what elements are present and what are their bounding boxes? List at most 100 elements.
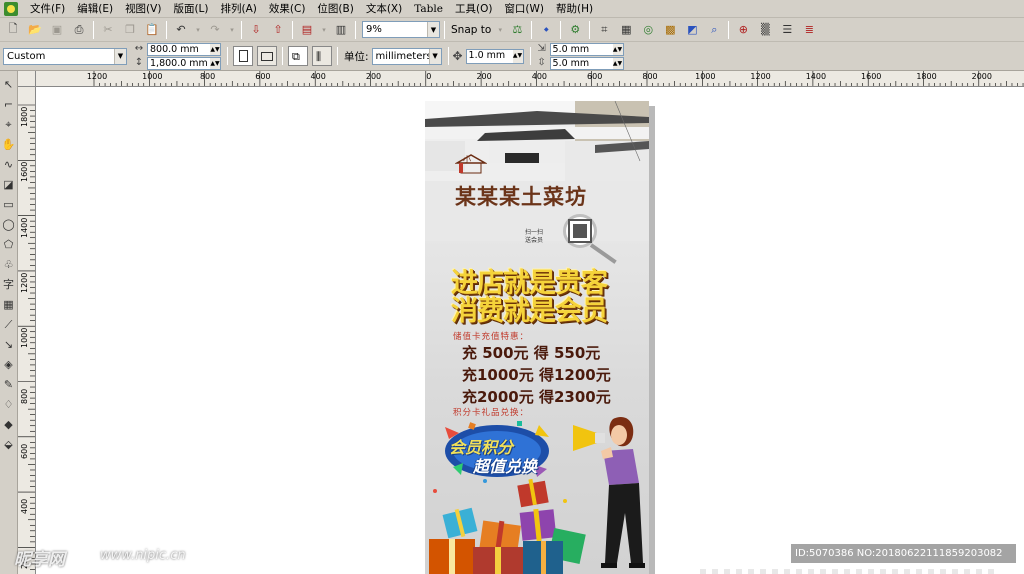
chevron-down-icon[interactable]: ▼: [427, 22, 439, 37]
shape-tool-icon[interactable]: ⌐: [2, 97, 16, 113]
page-height-field[interactable]: 1,800.0 mm ▲▼: [147, 56, 221, 70]
cut-icon[interactable]: ✂: [99, 21, 117, 39]
bitmap-icon[interactable]: ▩: [661, 21, 679, 39]
property-bar: Custom ▼ ↔ 800.0 mm ▲▼ ↕ 1,800.0 mm ▲▼ ⧉ ⫼…: [0, 42, 1024, 71]
height-icon: ↕: [134, 57, 144, 68]
snap-options-icon[interactable]: ⚖: [508, 21, 526, 39]
ruler-label: 800: [20, 388, 29, 404]
menu-effects[interactable]: 效果(C): [263, 0, 312, 18]
poster-page[interactable]: 小 某某某土菜坊 扫一扫 送会员 进店就是贵客 消费就是会员 储值卡充值特惠： …: [425, 101, 649, 574]
blend-tool-icon[interactable]: ◈: [2, 357, 16, 373]
spinner-icon[interactable]: ▲▼: [210, 43, 220, 55]
web-icon[interactable]: ◩: [683, 21, 701, 39]
snap-to-label[interactable]: Snap to: [451, 24, 491, 36]
page-width-field[interactable]: 800.0 mm ▲▼: [147, 42, 221, 56]
current-page-button[interactable]: ⫼: [312, 46, 332, 66]
menu-edit[interactable]: 编辑(E): [71, 0, 119, 18]
pick-tool-icon[interactable]: ↖: [2, 77, 16, 93]
paper-preset-select[interactable]: Custom ▼: [3, 47, 127, 65]
toolbar-divider: [529, 47, 531, 65]
rectangle-tool-icon[interactable]: ▭: [2, 197, 16, 213]
undo-dropdown-icon[interactable]: ▾: [194, 21, 202, 39]
new-icon[interactable]: 🗋: [4, 21, 22, 39]
nudge-distance-field[interactable]: 1.0 mm ▲▼: [465, 48, 524, 64]
fill-tool-icon[interactable]: ◆: [2, 417, 16, 433]
ellipse-tool-icon[interactable]: ◯: [2, 217, 16, 233]
dimension-tool-icon[interactable]: ⟋: [2, 317, 16, 333]
save-icon[interactable]: ▣: [48, 21, 66, 39]
duplicate-x-field[interactable]: 5.0 mm ▲▼: [549, 42, 624, 56]
spinner-icon[interactable]: ▲▼: [612, 43, 623, 55]
toolbar-divider: [531, 20, 533, 39]
spinner-icon[interactable]: ▲▼: [512, 49, 523, 63]
outline-tool-icon[interactable]: ♢: [2, 397, 16, 413]
properties-icon[interactable]: ≣: [800, 21, 818, 39]
spinner-icon[interactable]: ▲▼: [612, 57, 623, 69]
paper-preset-value: Custom: [7, 50, 46, 62]
basic-shapes-tool-icon[interactable]: ♧: [2, 257, 16, 273]
pan-tool-icon[interactable]: ✋: [2, 137, 16, 153]
application-launcher-icon[interactable]: ▤: [298, 21, 316, 39]
grid-icon[interactable]: ▦: [617, 21, 635, 39]
ruler-label: 800: [199, 72, 216, 81]
toolbar-divider: [589, 20, 591, 39]
text-tool-icon[interactable]: 字: [2, 277, 16, 293]
undo-icon[interactable]: ↶: [172, 21, 190, 39]
page-height-value: 1,800.0 mm: [150, 57, 208, 69]
spinner-icon[interactable]: ▲▼: [210, 57, 220, 69]
app-icon[interactable]: [4, 1, 18, 16]
shape-icon[interactable]: ◎: [639, 21, 657, 39]
polygon-tool-icon[interactable]: ⬠: [2, 237, 16, 253]
crop-tool-icon[interactable]: ⌖: [2, 117, 16, 133]
align-icon[interactable]: ☰: [778, 21, 796, 39]
ruler-origin[interactable]: [18, 71, 36, 87]
menu-window[interactable]: 窗口(W): [498, 0, 550, 18]
menu-help[interactable]: 帮助(H): [550, 0, 599, 18]
redo-dropdown-icon[interactable]: ▾: [228, 21, 236, 39]
launcher-dropdown-icon[interactable]: ▾: [320, 21, 328, 39]
snap-dropdown-icon[interactable]: ▾: [496, 21, 504, 39]
chevron-down-icon[interactable]: ▼: [114, 48, 126, 64]
redo-icon[interactable]: ↷: [206, 21, 224, 39]
open-icon[interactable]: 📂: [26, 21, 44, 39]
zoom-icon[interactable]: ⌕: [705, 21, 723, 39]
zoom-level-select[interactable]: 9% ▼: [362, 21, 440, 38]
table-tool-icon[interactable]: ▦: [2, 297, 16, 313]
copy-icon[interactable]: ❐: [121, 21, 139, 39]
freehand-tool-icon[interactable]: ∿: [2, 157, 16, 173]
vertical-ruler[interactable]: 1800 1600 1400 1200 1000 800 600 400 200: [18, 87, 36, 574]
menu-arrange[interactable]: 排列(A): [215, 0, 263, 18]
units-select[interactable]: millimeters ▼: [371, 47, 442, 65]
menu-tools[interactable]: 工具(O): [449, 0, 498, 18]
menu-view[interactable]: 视图(V): [119, 0, 167, 18]
connector-tool-icon[interactable]: ↘: [2, 337, 16, 353]
paste-icon[interactable]: 📋: [143, 21, 161, 39]
print-icon[interactable]: ⎙: [70, 21, 88, 39]
export-icon[interactable]: ⇧: [269, 21, 287, 39]
duplicate-x-icon: ⇲: [537, 43, 546, 54]
menu-file[interactable]: 文件(F): [24, 0, 71, 18]
ruler-label: 600: [255, 72, 271, 81]
welcome-screen-icon[interactable]: ▥: [332, 21, 350, 39]
eyedropper-tool-icon[interactable]: ✎: [2, 377, 16, 393]
menu-table[interactable]: Table: [408, 0, 449, 18]
layers-icon[interactable]: ▒: [756, 21, 774, 39]
duplicate-y-field[interactable]: 5.0 mm ▲▼: [549, 56, 624, 70]
import-icon[interactable]: ⇩: [247, 21, 265, 39]
options-icon[interactable]: ⚙: [566, 21, 584, 39]
interactive-fill-tool-icon[interactable]: ⬙: [2, 437, 16, 453]
all-pages-button[interactable]: ⧉: [288, 46, 308, 66]
menu-bitmaps[interactable]: 位图(B): [311, 0, 359, 18]
menu-layout[interactable]: 版面(L): [167, 0, 214, 18]
logo-mark: [455, 154, 487, 174]
chevron-down-icon[interactable]: ▼: [428, 48, 441, 64]
object-manager-icon[interactable]: ⊕: [734, 21, 752, 39]
horizontal-ruler[interactable]: 1200 1000 800 600 400 200 0 200 400 600 800 1000 120…: [36, 71, 1024, 87]
landscape-button[interactable]: [257, 46, 277, 66]
version-icon[interactable]: ◆: [537, 21, 555, 39]
portrait-button[interactable]: [233, 46, 253, 66]
smart-fill-tool-icon[interactable]: ◪: [2, 177, 16, 193]
frame-icon[interactable]: ⌗: [595, 21, 613, 39]
menu-text[interactable]: 文本(X): [360, 0, 408, 18]
toolbar-divider: [337, 47, 338, 65]
